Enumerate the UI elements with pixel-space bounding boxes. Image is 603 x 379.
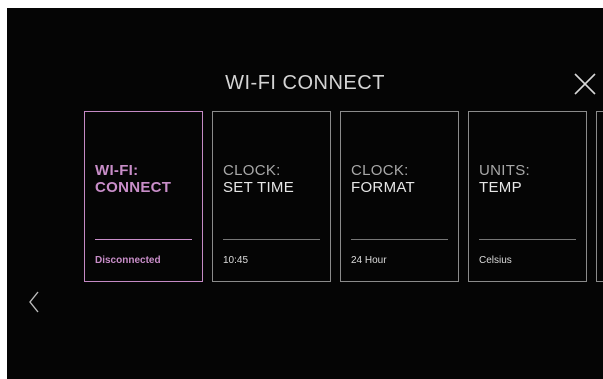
card-value: Celsius bbox=[479, 255, 512, 266]
settings-carousel: WI-FI: CONNECT Disconnected CLOCK: SET T… bbox=[84, 111, 603, 282]
page-title: WI-FI CONNECT bbox=[225, 72, 385, 94]
card-value: 10:45 bbox=[223, 255, 249, 266]
card-clock-format[interactable]: CLOCK: FORMAT 24 Hour bbox=[340, 111, 459, 282]
card-clock-set-time[interactable]: CLOCK: SET TIME 10:45 bbox=[212, 111, 331, 282]
card-divider bbox=[479, 239, 576, 240]
previous-button[interactable] bbox=[27, 290, 41, 314]
card-category: CLOCK: bbox=[223, 162, 281, 179]
card-category: UNITS: bbox=[479, 162, 530, 179]
card-setting: SET TIME bbox=[223, 179, 295, 196]
card-wifi-connect[interactable]: WI-FI: CONNECT Disconnected bbox=[84, 111, 203, 282]
card-value: 24 Hour bbox=[351, 255, 387, 266]
chevron-left-icon bbox=[29, 291, 39, 313]
card-units-temp[interactable]: UNITS: TEMP Celsius bbox=[468, 111, 587, 282]
card-category: WI-FI: bbox=[95, 162, 139, 179]
card-value: Disconnected bbox=[95, 255, 161, 266]
card-category: CLOCK: bbox=[351, 162, 409, 179]
card-setting: CONNECT bbox=[95, 179, 172, 196]
close-icon bbox=[574, 73, 596, 95]
card-divider bbox=[95, 239, 192, 240]
card-setting: FORMAT bbox=[351, 179, 416, 196]
close-button[interactable] bbox=[573, 72, 597, 96]
settings-screen: WI-FI CONNECT WI-FI: CONNECT Disconnecte… bbox=[7, 8, 603, 379]
card-divider bbox=[351, 239, 448, 240]
card-divider bbox=[223, 239, 320, 240]
card-setting: TEMP bbox=[479, 179, 522, 196]
card-next-partial[interactable] bbox=[596, 111, 603, 282]
